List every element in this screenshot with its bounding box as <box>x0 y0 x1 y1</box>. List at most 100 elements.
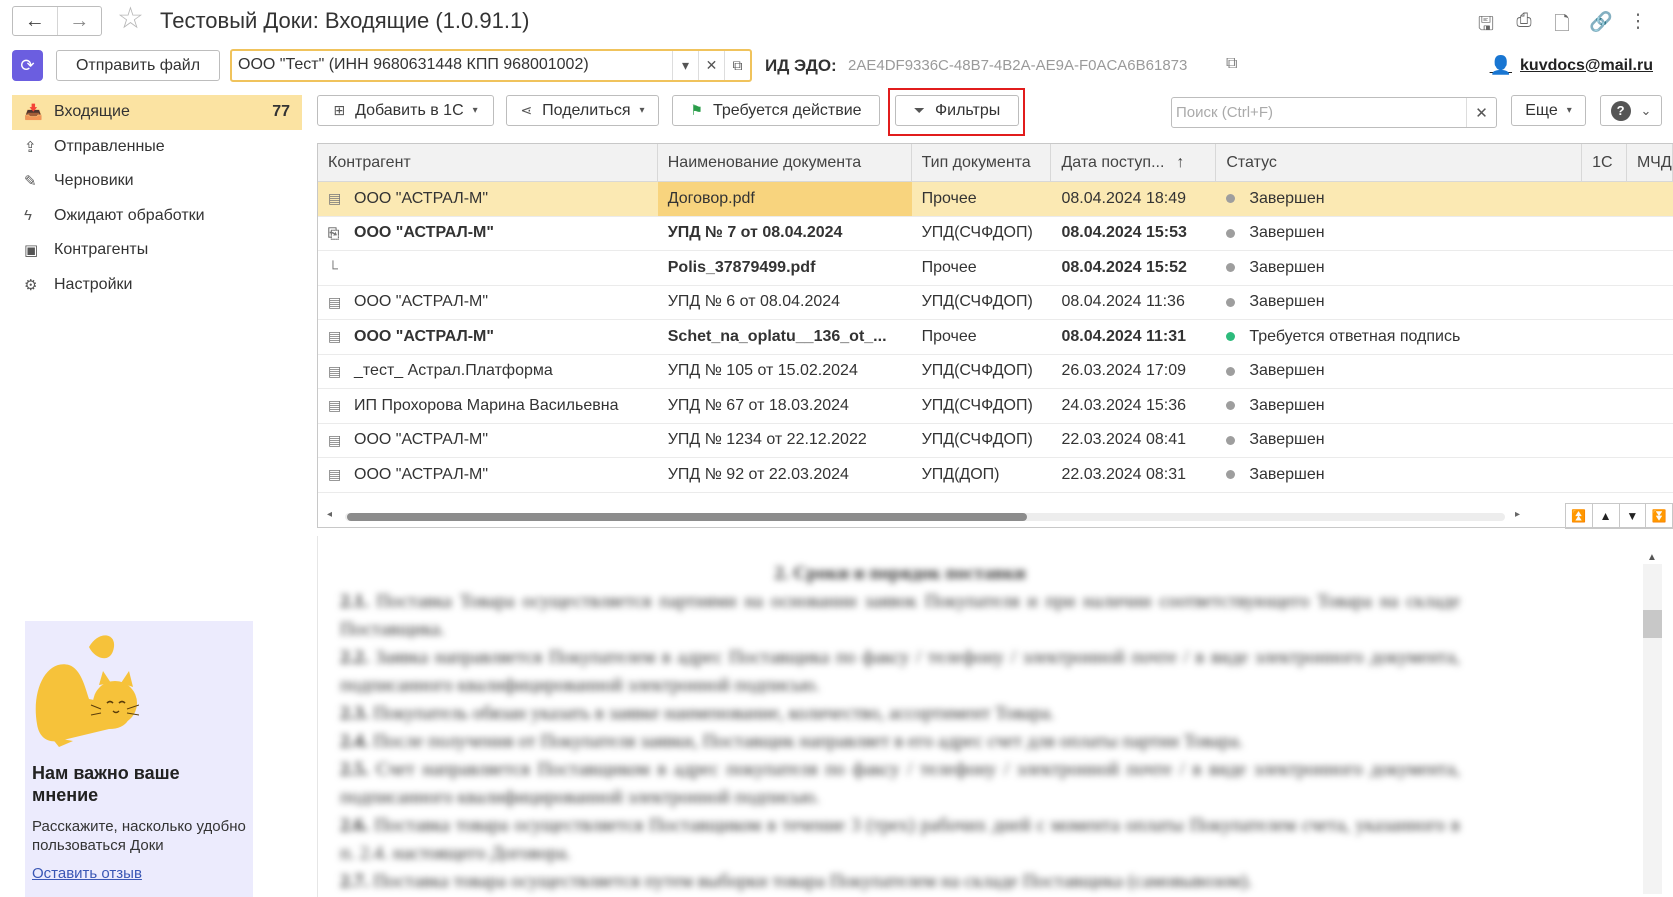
open-icon[interactable]: ⧉ <box>724 51 750 80</box>
preview-paragraph: 2.1. Поставка Товара осуществляется парт… <box>340 588 1460 644</box>
child-icon: └ <box>328 259 338 276</box>
cell-date: 08.04.2024 11:31 <box>1061 327 1187 345</box>
horizontal-scrollbar[interactable]: ◂ ▸ <box>325 504 1530 530</box>
package-icon: ⎘ <box>328 224 340 241</box>
sidebar-item-label: Черновики <box>54 172 134 190</box>
print-icon[interactable]: ⎙ <box>1513 10 1535 42</box>
more-button[interactable]: Еще ▾ <box>1511 95 1586 126</box>
table-row[interactable]: ▤ ООО "АСТРАЛ-М" УПД № 6 от 08.04.2024 УПД(… <box>318 286 1673 320</box>
first-row-icon[interactable]: ⏫ <box>1566 504 1593 528</box>
table-row[interactable]: ▤ ООО "АСТРАЛ-М" Договор.pdf Прочее 08.04.20… <box>318 182 1673 217</box>
column-header-type[interactable]: Тип документа <box>912 144 1052 181</box>
search-field[interactable]: ✕ <box>1171 97 1497 128</box>
column-header-name[interactable]: Наименование документа <box>658 144 912 181</box>
preview-icon[interactable]: 🗋 <box>1551 10 1573 42</box>
cell-document-name: Schet_na_oplatu__136_ot_... <box>667 327 887 345</box>
copy-icon[interactable]: ⧉ <box>1226 55 1237 73</box>
user-email[interactable]: kuvdocs@mail.ru <box>1520 57 1653 75</box>
cell-mchd <box>1627 424 1673 458</box>
status-dot-icon <box>1226 401 1236 411</box>
last-row-icon[interactable]: ⏬ <box>1646 504 1672 528</box>
contacts-icon: ▣ <box>24 242 39 260</box>
scroll-thumb[interactable] <box>347 513 1027 521</box>
table-row[interactable]: ▤ ИП Прохорова Марина Васильевна УПД № 67 … <box>318 389 1673 424</box>
vertical-scroll-thumb[interactable] <box>1643 610 1662 638</box>
table-row[interactable]: ▤ ООО "АСТРАЛ-М" УПД № 1234 от 22.12.2022 У… <box>318 424 1673 458</box>
sort-arrow-up-icon: ↑ <box>1176 153 1185 171</box>
column-header-contractor[interactable]: Контрагент <box>318 144 658 181</box>
cell-mchd <box>1627 217 1673 251</box>
user-icon: 👤 <box>1489 55 1513 75</box>
favorite-star-icon[interactable]: ☆ <box>117 4 144 34</box>
preview-document: 2. Сроки и порядок поставки 2.1. Поставк… <box>340 560 1460 896</box>
paragraph-number: 2.6. <box>340 815 369 836</box>
clear-icon[interactable]: ✕ <box>698 51 724 80</box>
document-icon: ▤ <box>328 293 342 310</box>
chevron-down-icon: ⌄ <box>1640 102 1652 118</box>
cell-document-name: УПД № 67 от 18.03.2024 <box>667 396 849 414</box>
table-row[interactable]: ⎘ ООО "АСТРАЛ-М" УПД № 7 от 08.04.2024 УПД(… <box>318 217 1673 251</box>
cell-date: 26.03.2024 17:09 <box>1061 362 1187 380</box>
share-icon: ⋖ <box>520 102 533 118</box>
preview-paragraph: 2.4. После получения от Покупателя заявк… <box>340 728 1460 756</box>
gear-icon: ⚙ <box>24 276 38 294</box>
sidebar-item-settings[interactable]: ⚙ Настройки <box>12 268 302 303</box>
cell-document-type: Прочее <box>921 258 977 276</box>
sidebar-item-sent[interactable]: ⇪ Отправленные <box>12 130 302 165</box>
paragraph-number: 2.4. <box>340 731 369 752</box>
organization-select[interactable]: ООО "Тест" (ИНН 9680631448 КПП 968001002… <box>230 49 752 82</box>
sidebar-item-label: Настройки <box>54 275 133 293</box>
help-button[interactable]: ? ⌄ <box>1600 95 1662 126</box>
cell-date: 08.04.2024 15:53 <box>1061 224 1187 242</box>
feedback-text: Расскажите, насколько удобно пользоватьс… <box>32 818 246 854</box>
share-button[interactable]: ⋖ Поделиться ▾ <box>506 95 659 126</box>
cell-document-name: УПД № 105 от 15.02.2024 <box>667 362 858 380</box>
table-row[interactable]: ▤ _тест_ Астрал.Платформа УПД № 105 от 15.… <box>318 355 1673 389</box>
column-header-mchd[interactable]: МЧД <box>1627 144 1673 181</box>
action-required-button[interactable]: ⚑ Требуется действие <box>672 95 880 126</box>
clear-search-icon[interactable]: ✕ <box>1466 98 1496 127</box>
status-text: Завершен <box>1249 224 1325 242</box>
paragraph-number: 2.1. <box>340 591 369 612</box>
save-icon[interactable]: 🖫 <box>1475 10 1497 42</box>
leave-feedback-link[interactable]: Оставить отзыв <box>32 865 142 882</box>
scroll-right-icon[interactable]: ▸ <box>1515 509 1520 520</box>
table-row[interactable]: └ Polis_37879499.pdf Прочее 08.04.2024 15:5… <box>318 251 1673 286</box>
cell-document-name: УПД № 7 от 08.04.2024 <box>667 224 843 242</box>
column-header-status[interactable]: Статус <box>1216 144 1583 181</box>
send-file-button[interactable]: Отправить файл <box>56 50 220 81</box>
column-header-date[interactable]: Дата поступ... ↑ <box>1051 144 1217 181</box>
sidebar-item-inbox[interactable]: 📥 Входящие 77 <box>12 95 302 130</box>
user-account[interactable]: 👤 kuvdocs@mail.ru <box>1490 55 1653 76</box>
sidebar-item-label: Ожидают обработки <box>54 206 205 224</box>
nav-buttons: ← → <box>12 6 102 36</box>
dropdown-arrow-icon[interactable]: ▾ <box>672 51 698 80</box>
column-header-1c[interactable]: 1С <box>1582 144 1628 181</box>
action-required-label: Требуется действие <box>712 101 862 119</box>
preview-paragraph: 2.7. Поставка товара осуществляется путе… <box>340 868 1460 896</box>
add-to-1c-button[interactable]: ⊞ Добавить в 1С ▾ <box>317 95 494 126</box>
status-text: Завершен <box>1249 465 1325 483</box>
paragraph-number: 2.3. <box>340 703 369 724</box>
organization-value[interactable]: ООО "Тест" (ИНН 9680631448 КПП 968001002… <box>232 51 672 80</box>
table-row[interactable]: ▤ ООО "АСТРАЛ-М" УПД № 92 от 22.03.2024 УПД… <box>318 458 1673 493</box>
scroll-up-icon[interactable]: ▲ <box>1647 552 1657 563</box>
more-vert-icon[interactable]: ⋮ <box>1627 10 1649 42</box>
prev-row-icon[interactable]: ▲ <box>1593 504 1620 528</box>
sidebar-item-pending[interactable]: ϟ Ожидают обработки <box>12 199 302 234</box>
scroll-left-icon[interactable]: ◂ <box>327 509 332 520</box>
cell-status: Завершен <box>1216 355 1582 389</box>
back-arrow-icon[interactable]: ← <box>13 7 57 35</box>
sidebar-item-drafts[interactable]: ✎ Черновики <box>12 164 302 199</box>
link-icon[interactable]: 🔗 <box>1589 10 1613 42</box>
next-row-icon[interactable]: ▼ <box>1620 504 1647 528</box>
forward-arrow-icon[interactable]: → <box>56 7 102 35</box>
cell-contractor: ▤ ООО "АСТРАЛ-М" <box>318 424 658 458</box>
contractor-text: ООО "АСТРАЛ-М" <box>354 189 489 207</box>
app-logo-icon[interactable]: ⟳ <box>12 50 43 81</box>
sidebar-item-contractors[interactable]: ▣ Контрагенты <box>12 233 302 268</box>
table-row[interactable]: ▤ ООО "АСТРАЛ-М" Schet_na_oplatu__136_ot_.… <box>318 320 1673 355</box>
cell-document-name: УПД № 1234 от 22.12.2022 <box>667 431 867 449</box>
search-input[interactable] <box>1172 98 1466 127</box>
filters-button[interactable]: ⏷ Фильтры <box>895 95 1019 126</box>
